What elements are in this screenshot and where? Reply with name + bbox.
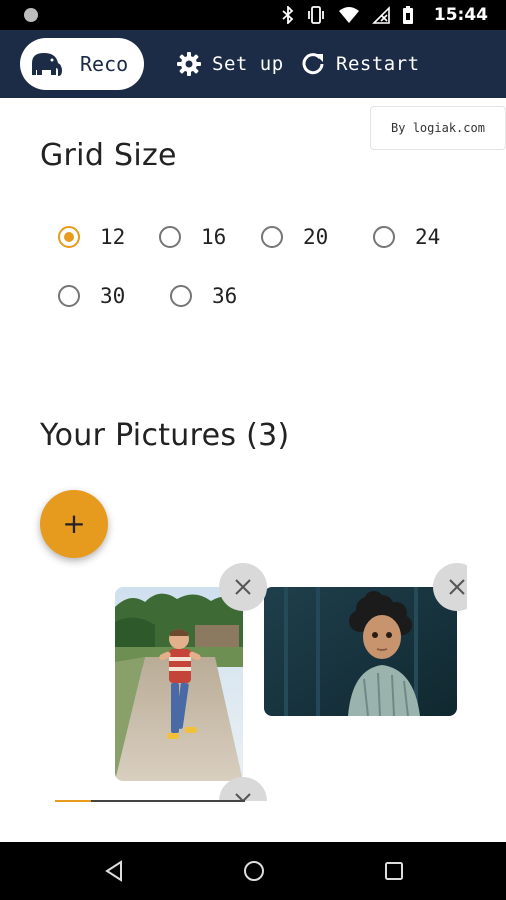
grid-option-30[interactable]: 30 <box>58 281 125 311</box>
grid-option-16[interactable]: 16 <box>159 222 226 252</box>
setup-button[interactable]: Set up <box>176 48 284 80</box>
radio-unchecked-icon <box>373 226 395 248</box>
battery-icon <box>403 6 413 24</box>
grid-option-label: 12 <box>100 225 126 249</box>
picture-thumbnail[interactable] <box>115 587 243 781</box>
grid-option-label: 16 <box>201 225 227 249</box>
app-header: Reco Set up Restart <box>0 30 506 98</box>
status-icons <box>282 5 414 25</box>
brand-label: Reco <box>80 52 129 76</box>
refresh-icon <box>302 53 324 75</box>
picture-thumbnail[interactable] <box>264 587 457 716</box>
vibrate-icon <box>308 6 324 24</box>
system-nav-bar <box>0 842 506 900</box>
grid-option-label: 36 <box>212 284 238 308</box>
notification-dot-icon <box>24 8 38 22</box>
grid-option-36[interactable]: 36 <box>170 281 237 311</box>
recents-icon[interactable] <box>384 860 404 882</box>
grid-option-label: 20 <box>303 225 329 249</box>
grid-option-12[interactable]: 12 <box>58 222 125 252</box>
restart-label: Restart <box>336 53 420 75</box>
grid-size-title: Grid Size <box>40 138 177 173</box>
home-icon[interactable] <box>243 860 265 882</box>
status-time: 15:44 <box>433 5 488 25</box>
grid-option-label: 24 <box>415 225 441 249</box>
radio-unchecked-icon <box>261 226 283 248</box>
brand-button[interactable]: Reco <box>20 38 144 90</box>
grid-option-label: 30 <box>100 284 126 308</box>
grid-option-20[interactable]: 20 <box>261 222 328 252</box>
photo-curly-haired-child <box>264 587 457 716</box>
radio-unchecked-icon <box>58 285 80 307</box>
add-picture-button[interactable]: + <box>40 490 108 558</box>
wifi-icon <box>339 7 359 23</box>
by-logiak-label: By logiak.com <box>391 121 485 135</box>
elephant-icon <box>32 53 62 76</box>
your-pictures-title: Your Pictures (3) <box>40 418 290 453</box>
status-bar: 15:44 <box>0 0 506 30</box>
photo-boy-running <box>115 587 243 781</box>
plus-icon: + <box>62 507 86 540</box>
bottom-divider <box>55 800 245 802</box>
close-icon <box>449 579 465 595</box>
radio-checked-icon <box>58 226 80 248</box>
radio-unchecked-icon <box>170 285 192 307</box>
remove-picture-button[interactable] <box>219 563 267 611</box>
close-icon <box>235 579 251 595</box>
setup-label: Set up <box>212 53 284 75</box>
radio-unchecked-icon <box>159 226 181 248</box>
bluetooth-icon <box>282 6 294 24</box>
by-logiak-link[interactable]: By logiak.com <box>370 106 506 150</box>
gear-icon <box>177 52 201 76</box>
no-signal-icon <box>372 6 390 24</box>
restart-button[interactable]: Restart <box>300 48 420 80</box>
scroll-clip <box>467 555 506 615</box>
scroll-clip <box>0 801 506 841</box>
back-icon[interactable] <box>104 860 124 882</box>
grid-option-24[interactable]: 24 <box>373 222 440 252</box>
